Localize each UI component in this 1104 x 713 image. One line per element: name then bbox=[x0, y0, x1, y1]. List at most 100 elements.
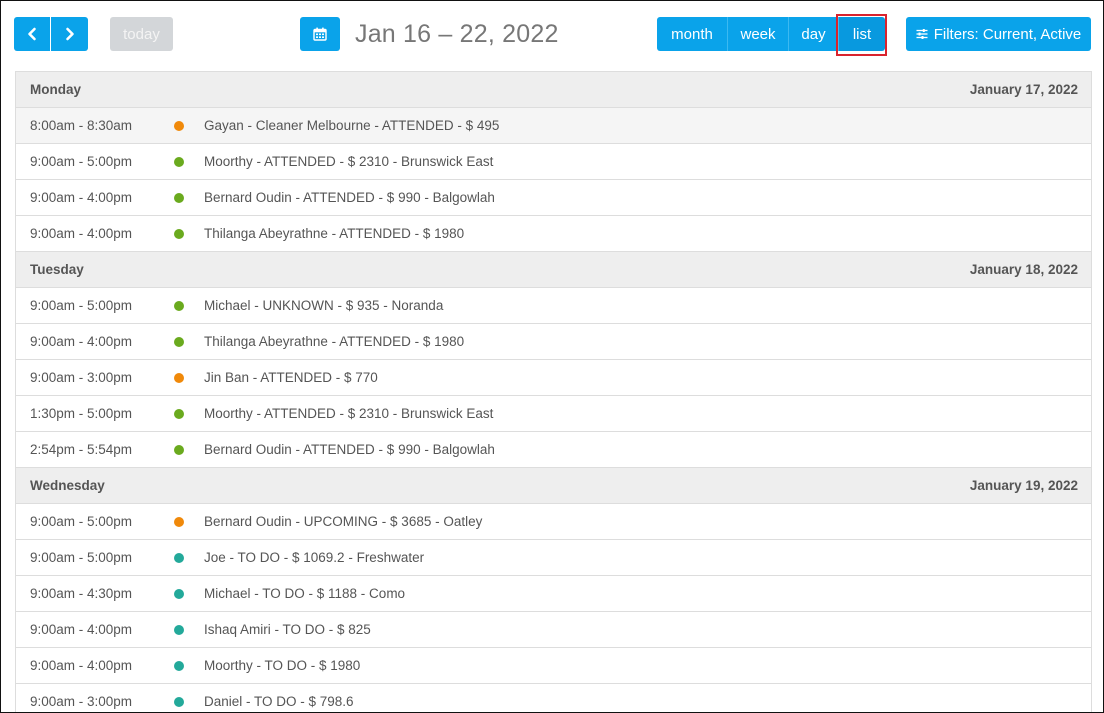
event-dot-cell bbox=[173, 156, 204, 167]
event-dot-cell bbox=[173, 408, 204, 419]
event-title[interactable]: Michael - UNKNOWN - $ 935 - Noranda bbox=[204, 298, 1091, 313]
event-status-dot bbox=[174, 372, 184, 383]
event-dot-cell bbox=[173, 660, 204, 671]
day-date[interactable]: January 18, 2022 bbox=[970, 262, 1078, 277]
event-title[interactable]: Jin Ban - ATTENDED - $ 770 bbox=[204, 370, 1091, 385]
event-time: 9:00am - 4:00pm bbox=[30, 658, 133, 673]
next-button[interactable] bbox=[51, 17, 88, 51]
event-status-dot bbox=[174, 444, 184, 455]
event-row[interactable]: 9:00am - 3:00pm Jin Ban - ATTENDED - $ 77… bbox=[16, 360, 1091, 396]
event-row[interactable]: 9:00am - 4:00pm Bernard Oudin - ATTENDED … bbox=[16, 180, 1091, 216]
event-title[interactable]: Joe - TO DO - $ 1069.2 - Freshwater bbox=[204, 550, 1091, 565]
event-title[interactable]: Daniel - TO DO - $ 798.6 bbox=[204, 694, 1091, 709]
event-title[interactable]: Michael - TO DO - $ 1188 - Como bbox=[204, 586, 1091, 601]
event-status-dot bbox=[174, 336, 184, 347]
event-title[interactable]: Bernard Oudin - UPCOMING - $ 3685 - Oatl… bbox=[204, 514, 1091, 529]
day-header: Tuesday January 18, 2022 bbox=[16, 252, 1091, 288]
event-status-dot bbox=[174, 228, 184, 239]
event-list: Monday January 17, 2022 8:00am - 8:30am Gay… bbox=[15, 71, 1092, 712]
event-dot-cell bbox=[173, 516, 204, 527]
event-title[interactable]: Moorthy - ATTENDED - $ 2310 - Brunswick … bbox=[204, 154, 1091, 169]
event-row[interactable]: 9:00am - 4:30pm Michael - TO DO - $ 1188 … bbox=[16, 576, 1091, 612]
event-status-dot bbox=[174, 120, 184, 131]
event-row[interactable]: 9:00am - 5:00pm Joe - TO DO - $ 1069.2 - … bbox=[16, 540, 1091, 576]
event-dot-cell bbox=[173, 624, 204, 635]
event-time: 9:00am - 3:00pm bbox=[30, 694, 133, 709]
event-row[interactable]: 9:00am - 4:00pm Moorthy - TO DO - $ 1980 bbox=[16, 648, 1091, 684]
day-header: Monday January 17, 2022 bbox=[16, 72, 1091, 108]
day-date[interactable]: January 19, 2022 bbox=[970, 478, 1078, 493]
event-status-dot bbox=[174, 660, 184, 671]
event-time: 9:00am - 4:00pm bbox=[30, 334, 133, 349]
event-time: 9:00am - 5:00pm bbox=[30, 550, 133, 565]
prev-button[interactable] bbox=[14, 17, 50, 51]
calendar-icon bbox=[313, 27, 327, 41]
event-row[interactable]: 9:00am - 4:00pm Thilanga Abeyrathne - ATT… bbox=[16, 216, 1091, 252]
event-row[interactable]: 9:00am - 5:00pm Michael - UNKNOWN - $ 935… bbox=[16, 288, 1091, 324]
event-status-dot bbox=[174, 408, 184, 419]
event-row[interactable]: 9:00am - 4:00pm Thilanga Abeyrathne - ATT… bbox=[16, 324, 1091, 360]
day-name: Tuesday bbox=[30, 262, 84, 277]
event-dot-cell bbox=[173, 696, 204, 707]
event-row[interactable]: 2:54pm - 5:54pm Bernard Oudin - ATTENDED … bbox=[16, 432, 1091, 468]
event-dot-cell bbox=[173, 336, 204, 347]
event-status-dot bbox=[174, 156, 184, 167]
month-view-button[interactable]: month bbox=[657, 17, 728, 51]
day-header: Wednesday January 19, 2022 bbox=[16, 468, 1091, 504]
day-name: Monday bbox=[30, 82, 82, 97]
day-name: Wednesday bbox=[30, 478, 105, 493]
event-dot-cell bbox=[173, 120, 204, 131]
calendar-toolbar: today Jan 16 – 22, 2022 month week day l… bbox=[1, 1, 1103, 71]
calendar-frame: today Jan 16 – 22, 2022 month week day l… bbox=[0, 0, 1104, 713]
event-time: 9:00am - 4:00pm bbox=[30, 190, 133, 205]
event-time: 9:00am - 5:00pm bbox=[30, 154, 133, 169]
sliders-icon bbox=[916, 29, 928, 39]
event-time: 9:00am - 5:00pm bbox=[30, 514, 133, 529]
event-time: 9:00am - 3:00pm bbox=[30, 370, 133, 385]
event-row[interactable]: 9:00am - 3:00pm Daniel - TO DO - $ 798.6 bbox=[16, 684, 1091, 712]
event-time: 9:00am - 4:00pm bbox=[30, 226, 133, 241]
event-title[interactable]: Moorthy - ATTENDED - $ 2310 - Brunswick … bbox=[204, 406, 1091, 421]
filters-label: Filters: Current, Active bbox=[933, 25, 1082, 43]
filters-button[interactable]: Filters: Current, Active bbox=[906, 17, 1091, 51]
event-title[interactable]: Bernard Oudin - ATTENDED - $ 990 - Balgo… bbox=[204, 442, 1091, 457]
day-date[interactable]: January 17, 2022 bbox=[970, 82, 1078, 97]
event-row[interactable]: 9:00am - 4:00pm Ishaq Amiri - TO DO - $ 8… bbox=[16, 612, 1091, 648]
event-dot-cell bbox=[173, 192, 204, 203]
event-title[interactable]: Ishaq Amiri - TO DO - $ 825 bbox=[204, 622, 1091, 637]
event-time: 9:00am - 4:30pm bbox=[30, 586, 133, 601]
event-title[interactable]: Bernard Oudin - ATTENDED - $ 990 - Balgo… bbox=[204, 190, 1091, 205]
event-dot-cell bbox=[173, 588, 204, 599]
chevron-left-icon bbox=[28, 27, 36, 41]
event-time: 2:54pm - 5:54pm bbox=[30, 442, 133, 457]
event-status-dot bbox=[174, 192, 184, 203]
event-title[interactable]: Gayan - Cleaner Melbourne - ATTENDED - $… bbox=[204, 118, 1091, 133]
list-view-button[interactable]: list bbox=[839, 17, 885, 51]
event-dot-cell bbox=[173, 300, 204, 311]
event-title[interactable]: Thilanga Abeyrathne - ATTENDED - $ 1980 bbox=[204, 226, 1091, 241]
event-row[interactable]: 9:00am - 5:00pm Moorthy - ATTENDED - $ 23… bbox=[16, 144, 1091, 180]
event-dot-cell bbox=[173, 228, 204, 239]
event-status-dot bbox=[174, 552, 184, 563]
event-row[interactable]: 1:30pm - 5:00pm Moorthy - ATTENDED - $ 23… bbox=[16, 396, 1091, 432]
today-button[interactable]: today bbox=[110, 17, 173, 51]
event-title[interactable]: Moorthy - TO DO - $ 1980 bbox=[204, 658, 1091, 673]
date-range-title: Jan 16 – 22, 2022 bbox=[355, 19, 559, 48]
week-view-button[interactable]: week bbox=[728, 17, 789, 51]
event-row[interactable]: 8:00am - 8:30am Gayan - Cleaner Melbourne… bbox=[16, 108, 1091, 144]
event-time: 8:00am - 8:30am bbox=[30, 118, 133, 133]
day-view-button[interactable]: day bbox=[789, 17, 839, 51]
date-picker-button[interactable] bbox=[300, 17, 340, 51]
event-dot-cell bbox=[173, 444, 204, 455]
event-status-dot bbox=[174, 624, 184, 635]
event-row[interactable]: 9:00am - 5:00pm Bernard Oudin - UPCOMING … bbox=[16, 504, 1091, 540]
chevron-right-icon bbox=[65, 27, 74, 41]
event-dot-cell bbox=[173, 552, 204, 563]
event-status-dot bbox=[174, 516, 184, 527]
event-status-dot bbox=[174, 588, 184, 599]
event-status-dot bbox=[174, 300, 184, 311]
event-title[interactable]: Thilanga Abeyrathne - ATTENDED - $ 1980 bbox=[204, 334, 1091, 349]
event-dot-cell bbox=[173, 372, 204, 383]
event-time: 9:00am - 4:00pm bbox=[30, 622, 133, 637]
event-time: 9:00am - 5:00pm bbox=[30, 298, 133, 313]
